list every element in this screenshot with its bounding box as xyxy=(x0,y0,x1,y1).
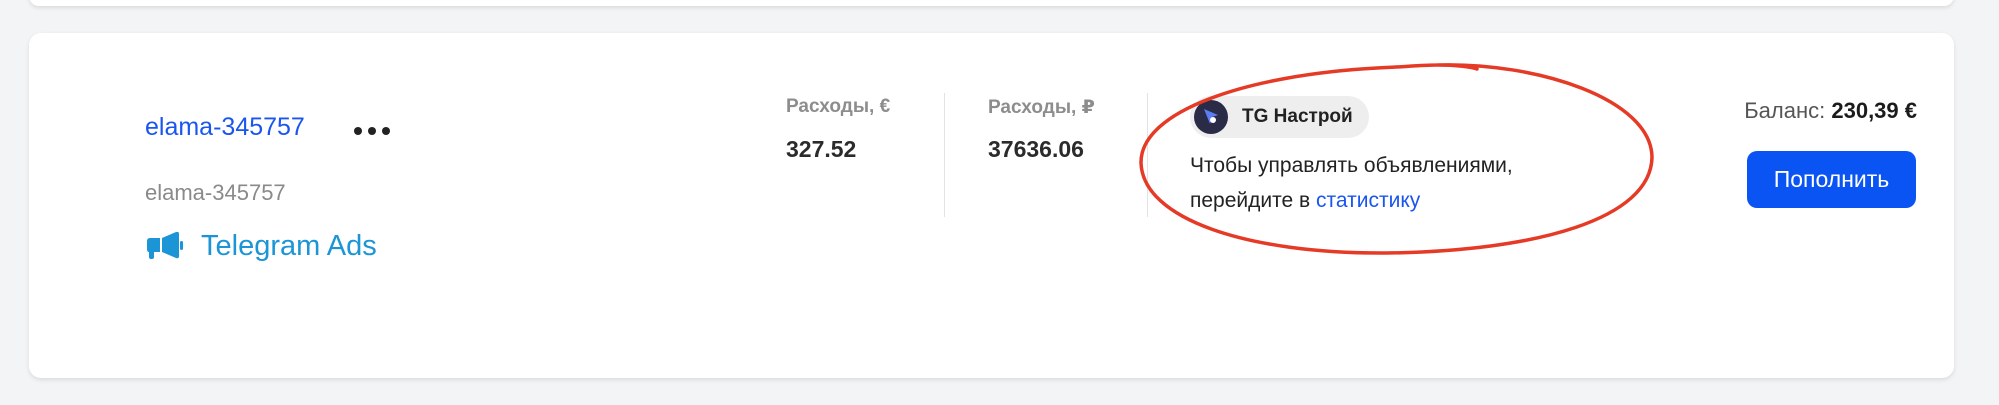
dot xyxy=(368,127,376,135)
balance-value: 230,39 € xyxy=(1831,98,1917,123)
balance: Баланс: 230,39 € xyxy=(1744,98,1917,124)
campaign-badge: TG Настрой xyxy=(1190,96,1369,138)
platform: Telegram Ads xyxy=(145,230,377,263)
spend-eur-label: Расходы, € xyxy=(786,96,891,117)
statistics-link[interactable]: статистику xyxy=(1316,189,1420,212)
campaign-hint: Чтобы управлять объявлениями, перейдите … xyxy=(1190,148,1610,218)
megaphone-icon xyxy=(145,231,183,262)
dot xyxy=(354,127,362,135)
top-up-button[interactable]: Пополнить xyxy=(1747,151,1916,208)
campaign-badge-label: TG Настрой xyxy=(1242,106,1353,127)
spend-eur-value: 327.52 xyxy=(786,136,857,162)
divider xyxy=(944,93,945,217)
account-card xyxy=(29,33,1954,378)
spend-rub-label: Расходы, ₽ xyxy=(988,97,1095,118)
divider xyxy=(1147,93,1148,217)
account-login: elama-345757 xyxy=(145,180,286,205)
platform-label: Telegram Ads xyxy=(201,230,377,262)
balance-label: Баланс: xyxy=(1744,98,1826,123)
account-name-link[interactable]: elama-345757 xyxy=(145,113,305,142)
dot xyxy=(382,127,390,135)
previous-account-card xyxy=(29,0,1954,6)
cursor-arrow-icon xyxy=(1194,100,1228,134)
spend-rub-value: 37636.06 xyxy=(988,136,1084,162)
more-dots-icon[interactable] xyxy=(354,120,390,142)
